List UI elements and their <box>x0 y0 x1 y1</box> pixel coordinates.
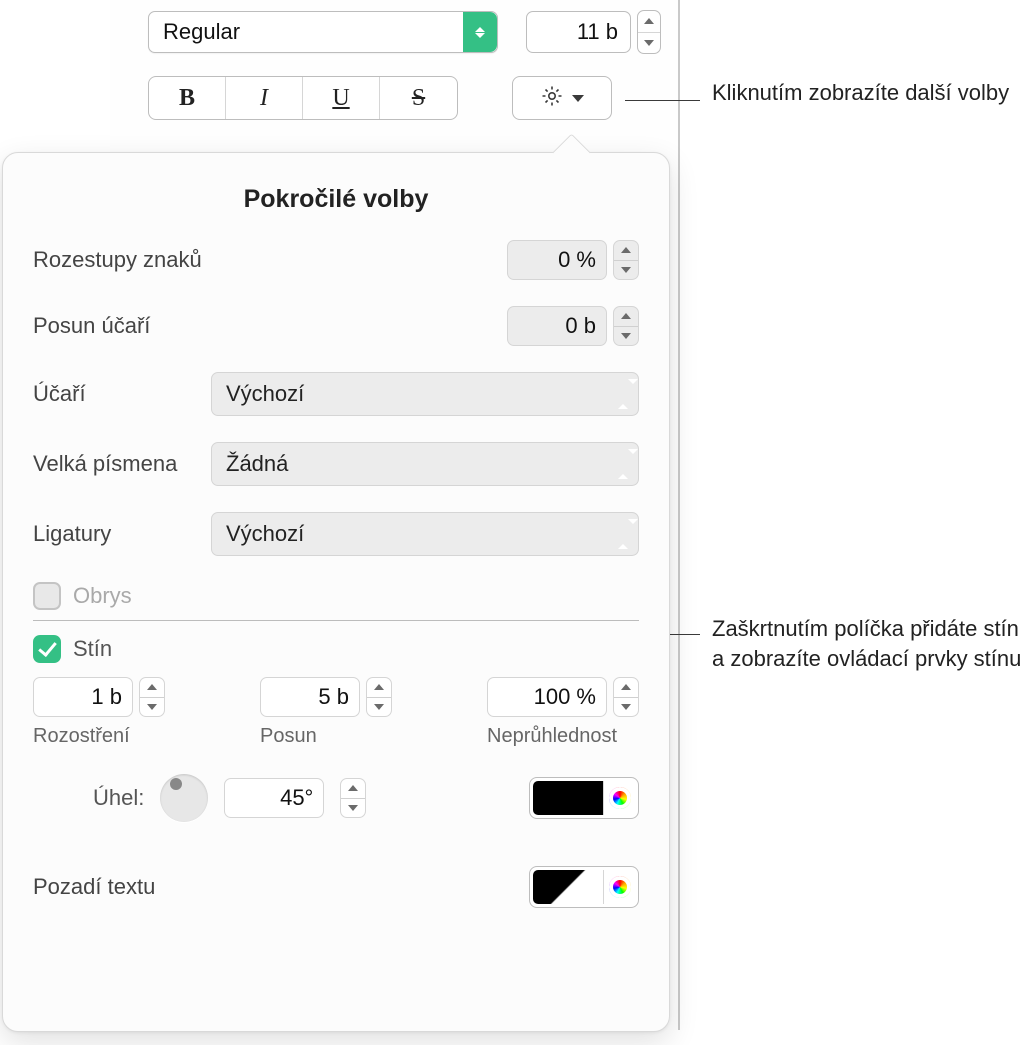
font-size-field[interactable]: 11 b <box>526 11 631 53</box>
strikethrough-button[interactable]: S <box>380 77 457 119</box>
blur-label: Rozostření <box>33 725 130 748</box>
baseline-select[interactable]: Výchozí <box>211 372 639 416</box>
angle-stepper[interactable] <box>340 778 366 818</box>
color-picker-button[interactable] <box>603 781 635 815</box>
caps-select[interactable]: Žádná <box>211 442 639 486</box>
angle-label: Úhel: <box>93 785 144 811</box>
underline-button[interactable]: U <box>303 77 380 119</box>
row-baseline-shift: Posun účaří 0 b <box>33 306 639 346</box>
blur-field[interactable]: 1 b <box>33 677 133 717</box>
ligatures-select[interactable]: Výchozí <box>211 512 639 556</box>
font-style-value: Regular <box>149 19 463 45</box>
gear-icon <box>540 84 564 113</box>
offset-label: Posun <box>260 725 317 748</box>
angle-row: Úhel: 45° <box>33 774 639 822</box>
outline-checkbox[interactable] <box>33 582 61 610</box>
offset-stepper[interactable] <box>366 677 392 717</box>
font-size-value: 11 b <box>527 19 626 45</box>
char-spacing-field[interactable]: 0 % <box>507 240 607 280</box>
baseline-label: Účaří <box>33 381 211 407</box>
shadow-color-well[interactable] <box>529 777 639 819</box>
outline-label: Obrys <box>73 583 132 609</box>
chevron-down-icon <box>572 95 584 102</box>
shadow-label: Stín <box>73 636 112 662</box>
color-picker-button[interactable] <box>603 870 635 904</box>
baseline-shift-field[interactable]: 0 b <box>507 306 607 346</box>
offset-field[interactable]: 5 b <box>260 677 360 717</box>
font-row: Regular 11 b <box>148 10 661 54</box>
row-caps: Velká písmena Žádná <box>33 442 639 486</box>
italic-button[interactable]: I <box>226 77 303 119</box>
chevron-up-down-icon <box>618 454 638 475</box>
outline-row: Obrys <box>33 582 639 610</box>
style-row: B I U S <box>148 76 612 120</box>
chevron-up-down-icon <box>618 384 638 405</box>
blur-stepper[interactable] <box>139 677 165 717</box>
angle-field[interactable]: 45° <box>224 778 324 818</box>
caps-label: Velká písmena <box>33 451 211 477</box>
callout-gear: Kliknutím zobrazíte další volby <box>712 78 1012 108</box>
baseline-shift-label: Posun účaří <box>33 313 211 339</box>
char-spacing-stepper[interactable] <box>613 240 639 280</box>
shadow-checkbox[interactable] <box>33 635 61 663</box>
char-spacing-label: Rozestupy znaků <box>33 247 211 273</box>
text-style-segmented: B I U S <box>148 76 458 120</box>
shadow-color-swatch <box>533 781 603 815</box>
popover-title: Pokročilé volby <box>33 185 639 214</box>
shadow-params: 1 b Rozostření 5 b Posun 100 % Neprůhled… <box>33 677 639 748</box>
ligatures-label: Ligatury <box>33 521 211 547</box>
hue-wheel-icon <box>609 876 631 898</box>
text-bg-label: Pozadí textu <box>33 874 293 900</box>
row-text-bg: Pozadí textu <box>33 866 639 908</box>
baseline-shift-stepper[interactable] <box>613 306 639 346</box>
chevron-up-down-icon <box>463 12 497 52</box>
bold-button[interactable]: B <box>149 77 226 119</box>
callout-shadow: Zaškrtnutím políčka přidáte stín a zobra… <box>712 614 1022 673</box>
row-ligatures: Ligatury Výchozí <box>33 512 639 556</box>
opacity-label: Neprůhlednost <box>487 725 617 748</box>
opacity-stepper[interactable] <box>613 677 639 717</box>
chevron-up-down-icon <box>618 524 638 545</box>
advanced-popover: Pokročilé volby Rozestupy znaků 0 % Posu… <box>2 152 670 1032</box>
angle-dial[interactable] <box>160 774 208 822</box>
text-bg-color-well[interactable] <box>529 866 639 908</box>
hue-wheel-icon <box>609 787 631 809</box>
font-style-select[interactable]: Regular <box>148 11 498 53</box>
shadow-row: Stín <box>33 635 639 663</box>
opacity-field[interactable]: 100 % <box>487 677 607 717</box>
advanced-options-button[interactable] <box>512 76 612 120</box>
callout-leader <box>625 100 700 101</box>
text-bg-swatch <box>533 870 603 904</box>
row-char-spacing: Rozestupy znaků 0 % <box>33 240 639 280</box>
row-baseline: Účaří Výchozí <box>33 372 639 416</box>
font-size-stepper[interactable] <box>637 10 661 54</box>
